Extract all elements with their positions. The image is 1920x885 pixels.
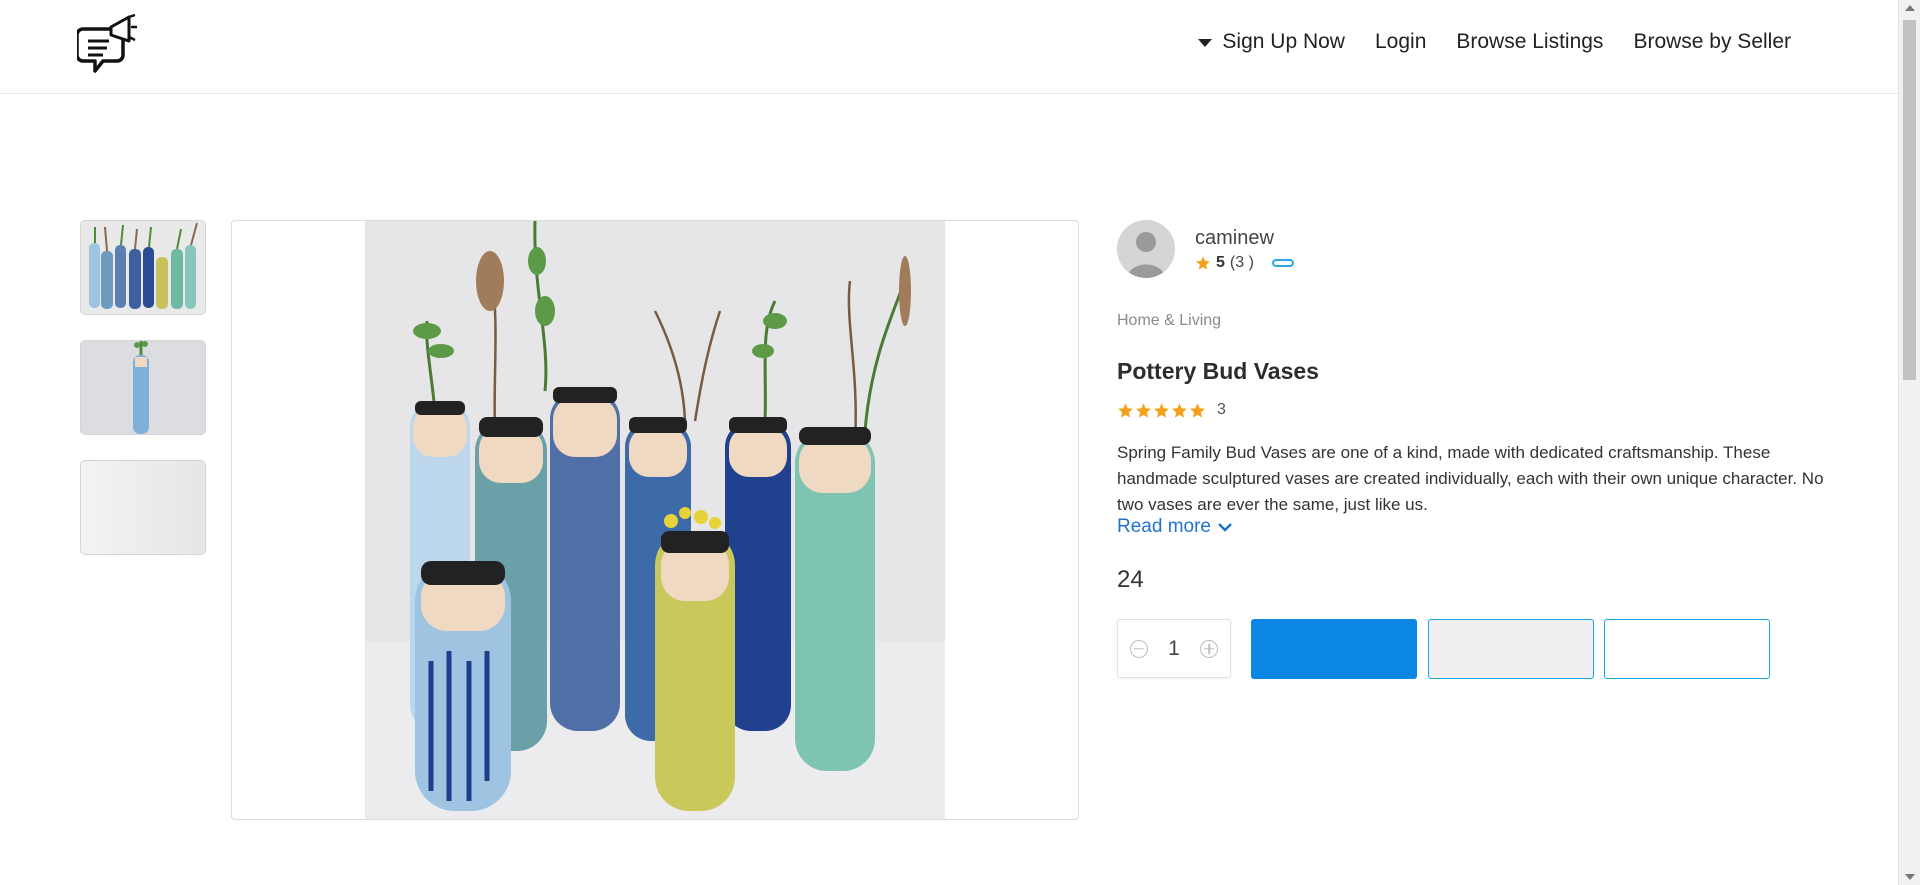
star-icon bbox=[1196, 255, 1210, 270]
thumbnail-3[interactable] bbox=[80, 460, 206, 555]
secondary-action-button[interactable] bbox=[1428, 619, 1594, 679]
nav-browse-listings-label: Browse Listings bbox=[1456, 30, 1604, 53]
plus-circle-icon[interactable] bbox=[1200, 639, 1218, 658]
scroll-down-arrow-icon[interactable] bbox=[1905, 874, 1915, 880]
read-more-label: Read more bbox=[1117, 516, 1211, 537]
main-image-frame bbox=[231, 220, 1079, 820]
seller-rating: 5 (3 ) bbox=[1195, 254, 1294, 272]
rating-stars bbox=[1117, 402, 1206, 419]
product-rating: 3 bbox=[1117, 401, 1226, 419]
nav-browse-by-seller[interactable]: Browse by Seller bbox=[1633, 30, 1791, 54]
seller-badge bbox=[1271, 258, 1294, 267]
thumbnail-1[interactable] bbox=[80, 220, 206, 315]
seller-review-count: (3 ) bbox=[1229, 253, 1254, 271]
nav-browse-listings[interactable]: Browse Listings bbox=[1456, 30, 1603, 54]
add-to-cart-button[interactable] bbox=[1251, 619, 1417, 679]
site-header: Sign Up Now Login Browse Listings Browse… bbox=[0, 0, 1899, 94]
product-title: Pottery Bud Vases bbox=[1117, 358, 1319, 384]
nav-login-label: Login bbox=[1374, 30, 1427, 53]
seller-name[interactable]: caminew bbox=[1195, 227, 1294, 250]
thumbnail-2[interactable] bbox=[80, 340, 206, 435]
main-nav: Sign Up Now Login Browse Listings Browse… bbox=[1198, 30, 1791, 54]
seller-info: caminew 5 (3 ) bbox=[1195, 227, 1294, 272]
product-price: 24 bbox=[1117, 566, 1144, 593]
caret-down-icon bbox=[1198, 39, 1213, 47]
star-icon bbox=[1118, 402, 1133, 418]
nav-sign-up-label: Sign Up Now bbox=[1222, 30, 1345, 53]
rating-count: 3 bbox=[1217, 401, 1226, 418]
star-icon bbox=[1154, 402, 1169, 418]
outline-action-button[interactable] bbox=[1604, 619, 1770, 679]
quantity-value[interactable]: 1 bbox=[1168, 637, 1180, 661]
megaphone-chat-icon[interactable] bbox=[75, 13, 139, 79]
seller-rating-score: 5 bbox=[1216, 253, 1225, 271]
chevron-down-icon bbox=[1218, 523, 1232, 532]
scrollbar-thumb[interactable] bbox=[1903, 20, 1916, 380]
avatar[interactable] bbox=[1117, 220, 1175, 278]
seller-card[interactable]: caminew 5 (3 ) bbox=[1117, 220, 1294, 278]
nav-login[interactable]: Login bbox=[1375, 30, 1426, 54]
product-category[interactable]: Home & Living bbox=[1117, 312, 1221, 330]
quantity-stepper: 1 bbox=[1117, 619, 1231, 678]
nav-browse-by-seller-label: Browse by Seller bbox=[1633, 30, 1791, 53]
star-icon bbox=[1190, 402, 1205, 418]
pottery-bud-vases-photo[interactable] bbox=[365, 221, 945, 819]
product-description: Spring Family Bud Vases are one of a kin… bbox=[1117, 443, 1824, 514]
nav-sign-up[interactable]: Sign Up Now bbox=[1198, 30, 1345, 54]
minus-circle-icon[interactable] bbox=[1130, 639, 1148, 658]
star-icon bbox=[1172, 402, 1187, 418]
scroll-up-arrow-icon[interactable] bbox=[1905, 5, 1915, 11]
page-scrollbar[interactable] bbox=[1898, 0, 1920, 885]
star-icon bbox=[1136, 402, 1151, 418]
read-more-link[interactable]: Read more bbox=[1117, 516, 1233, 538]
